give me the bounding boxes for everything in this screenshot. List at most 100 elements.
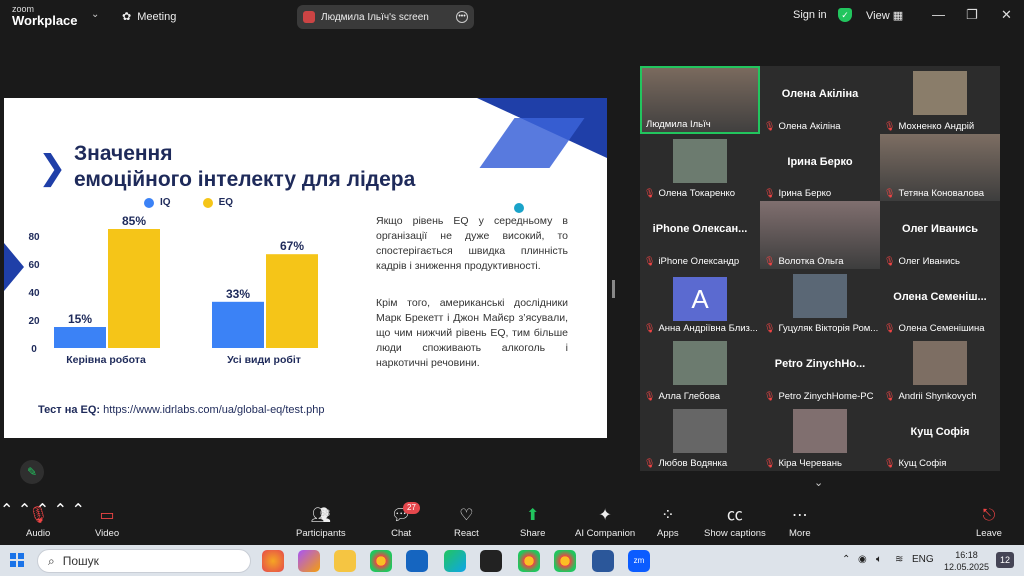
participant-name: Олена Семенішина	[898, 323, 985, 334]
participant-name-label: 🎙︎ Ірина Берко	[764, 188, 878, 199]
ai-companion-button[interactable]: ✦ AI Companion	[575, 506, 635, 539]
participant-name: Олена Токаренко	[658, 188, 736, 199]
participant-tile[interactable]: 🎙︎ Волотка Ольга	[760, 201, 880, 269]
participant-tile[interactable]: Petro ZinychHo... 🎙︎ Petro ZinychHome-PC	[760, 336, 880, 404]
mic-muted-icon: 🎙︎	[764, 458, 776, 468]
leave-icon: ⎋	[982, 507, 996, 524]
participant-name: Andrii Shynkovych	[898, 390, 977, 402]
taskbar-search[interactable]: ⌕ Пошук	[37, 549, 251, 573]
apps-button[interactable]: ⁘ Apps	[657, 506, 679, 539]
participant-tile[interactable]: A 🎙︎ Анна Андріївна Близ...	[640, 268, 760, 336]
meeting-tab[interactable]: ✿ Meeting	[122, 10, 176, 24]
zoom-taskbar-icon[interactable]: zm	[628, 550, 650, 572]
chevron-down-icon[interactable]: ⌄	[91, 9, 99, 20]
edge-icon[interactable]	[444, 550, 466, 572]
captions-icon: ㏄	[726, 507, 743, 524]
audio-caret-icon[interactable]: ⌃	[0, 502, 13, 519]
chrome-icon[interactable]	[370, 550, 392, 572]
participant-tile[interactable]: 🎙︎ Кіра Черевань	[760, 403, 880, 471]
input-language[interactable]: ENG	[912, 554, 934, 565]
split-resize-handle[interactable]	[612, 280, 615, 298]
participant-tile[interactable]: Ірина Берко 🎙︎ Ірина Берко	[760, 133, 880, 201]
participants-button[interactable]: 👥︎ 68 Participants	[296, 506, 346, 539]
restore-icon[interactable]: ❐	[966, 7, 978, 23]
participant-tile[interactable]: 🎙︎ Тетяна Коновалова	[880, 133, 1000, 201]
camera-tray-icon[interactable]: ◉	[858, 554, 867, 565]
view-button[interactable]: View ▦	[866, 9, 903, 22]
wifi-icon[interactable]: ≋	[895, 554, 903, 565]
participant-name: Людмила Ільїч	[646, 118, 711, 130]
notifications-badge[interactable]: 12	[996, 552, 1014, 568]
view-label: View	[866, 10, 890, 22]
participant-name-label: 🎙︎ Алла Глебова	[644, 391, 758, 402]
annotate-pencil-icon[interactable]: ✎	[20, 460, 44, 484]
video-button[interactable]: ▭ Video	[95, 506, 119, 539]
participant-gallery: Людмила Ільїч Олена Акіліна 🎙︎ Олена Акілін…	[640, 66, 1000, 471]
shield-check-icon[interactable]: ✓	[838, 8, 852, 22]
leave-button[interactable]: ⎋ Leave	[976, 506, 1002, 539]
audio-label: Audio	[26, 528, 51, 539]
participant-name: Ірина Берко	[778, 188, 832, 199]
eq-test-link[interactable]: Тест на EQ: https://www.idrlabs.com/ua/g…	[38, 404, 325, 416]
participant-display-name: Олена Семеніш...	[893, 290, 987, 303]
meeting-icon: ✿	[122, 11, 132, 23]
terminal-icon[interactable]	[480, 550, 502, 572]
taskbar-clock[interactable]: 16:18 12.05.2025	[944, 549, 989, 573]
participant-display-name: Ірина Берко	[787, 155, 853, 168]
bar-iq-0	[54, 327, 106, 348]
participant-tile[interactable]: Олег Иванись 🎙︎ Олег Иванись	[880, 201, 1000, 269]
audio-button[interactable]: 🎙︎ Audio	[26, 506, 50, 539]
participant-tile[interactable]: 🎙︎ Любов Водянка	[640, 403, 760, 471]
minimize-icon[interactable]: —	[932, 7, 945, 22]
participants-label: Participants	[296, 528, 346, 539]
tray-overflow-icon[interactable]: ⌃	[842, 554, 850, 565]
participant-tile[interactable]: Олена Семеніш... 🎙︎ Олена Семенішина	[880, 268, 1000, 336]
participant-name: Любов Водянка	[658, 458, 728, 469]
bar-eq-1	[266, 254, 318, 348]
gallery-scroll-down-icon[interactable]: ⌄	[814, 476, 823, 489]
participant-tile[interactable]: 🎙︎ Мохненко Андрій	[880, 66, 1000, 134]
word-icon[interactable]	[592, 550, 614, 572]
firefox-icon[interactable]	[262, 550, 284, 572]
participant-tile[interactable]: Кущ Софія 🎙︎ Кущ Софія	[880, 403, 1000, 471]
outlook-icon[interactable]	[406, 550, 428, 572]
title-bar: zoom Workplace ⌄ ✿ Meeting Людмила Ільїч…	[0, 0, 1024, 33]
slide-dot	[514, 203, 524, 213]
chrome-profile-2-icon[interactable]	[554, 550, 576, 572]
participant-tile[interactable]: Людмила Ільїч	[640, 66, 760, 134]
more-button[interactable]: ⋯ More	[789, 506, 811, 539]
participant-name-label: 🎙︎ Тетяна Коновалова	[884, 188, 998, 199]
file-explorer-icon[interactable]	[334, 550, 356, 572]
speaker-icon[interactable]: 🔈︎	[876, 554, 882, 565]
participant-display-name: Petro ZinychHo...	[774, 358, 866, 370]
bar-eq-0	[108, 229, 160, 348]
y-tick-label: 60	[28, 260, 40, 271]
chat-button[interactable]: 💬︎ 27 Chat	[391, 502, 420, 539]
participant-display-name: Кущ Софія	[910, 425, 970, 438]
mic-muted-icon: 🎙︎	[764, 120, 776, 131]
mic-muted-icon: 🎙︎	[764, 323, 776, 333]
share-button[interactable]: ⬆ Share	[520, 506, 545, 539]
participant-name-label: Людмила Ільїч	[646, 118, 758, 130]
copilot-icon[interactable]	[298, 550, 320, 572]
react-button[interactable]: ♡ React	[454, 506, 479, 539]
sign-in-link[interactable]: Sign in	[793, 9, 827, 21]
close-icon[interactable]: ✕	[1001, 7, 1012, 23]
show-captions-button[interactable]: ㏄ Show captions	[704, 506, 766, 539]
screen-share-pill[interactable]: Людмила Ільїч's screen •••	[297, 5, 474, 29]
participant-tile[interactable]: Олена Акіліна 🎙︎ Олена Акіліна	[760, 66, 880, 134]
heart-icon: ♡	[459, 507, 474, 524]
participant-photo	[793, 273, 847, 318]
chrome-profile-icon[interactable]	[518, 550, 540, 572]
participant-tile[interactable]: 🎙︎ Andrii Shynkovych	[880, 336, 1000, 404]
more-options-icon[interactable]: •••	[456, 11, 468, 23]
participant-name-label: 🎙︎ Petro ZinychHome-PC	[764, 391, 878, 402]
participant-tile[interactable]: 🎙︎ Алла Глебова	[640, 336, 760, 404]
mic-muted-icon: 🎙︎	[28, 507, 49, 524]
chat-caret-icon[interactable]: ⌃	[54, 502, 67, 519]
participant-tile[interactable]: 🎙︎ Олена Токаренко	[640, 133, 760, 201]
captions-caret-icon[interactable]: ⌃	[71, 502, 84, 519]
participant-tile[interactable]: iPhone Олексан... 🎙︎ iPhone Олександр	[640, 201, 760, 269]
participant-tile[interactable]: 🎙︎ Гуцуляк Вікторія Ром...	[760, 268, 880, 336]
windows-start-icon[interactable]	[10, 553, 24, 567]
